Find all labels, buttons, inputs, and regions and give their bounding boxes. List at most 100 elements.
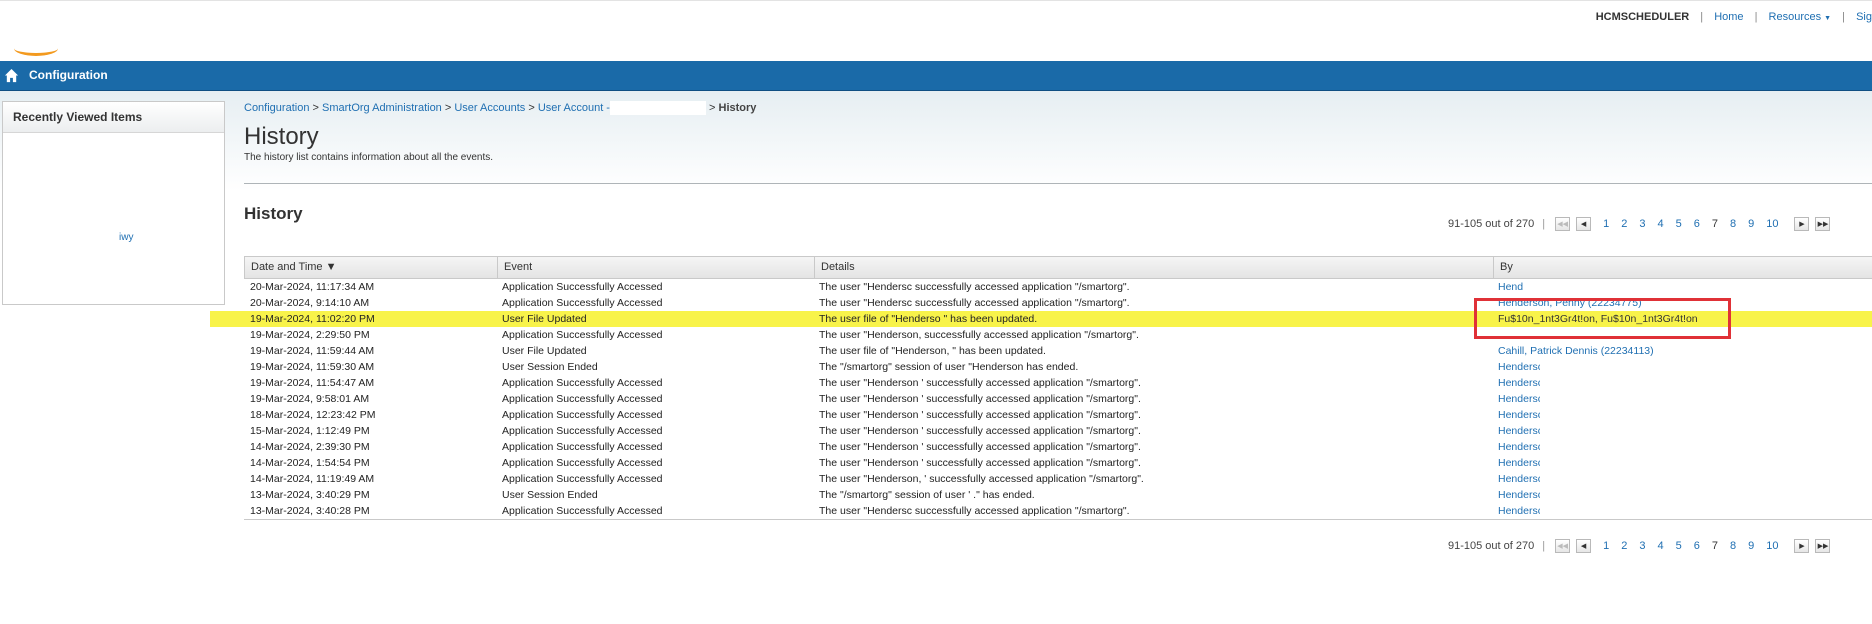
- page-9[interactable]: 9: [1748, 218, 1754, 230]
- cell-details: The user file of "Henderson, " has been …: [819, 345, 1046, 357]
- home-link[interactable]: Home: [1714, 11, 1743, 23]
- recently-viewed-panel: Recently Viewed Items iwy: [2, 101, 225, 305]
- page-1-bottom[interactable]: 1: [1603, 540, 1609, 552]
- annotation-highlight-box: [1474, 298, 1731, 339]
- breadcrumb: Configuration > SmartOrg Administration …: [244, 101, 757, 115]
- page-3-bottom[interactable]: 3: [1639, 540, 1645, 552]
- breadcrumb-user-accounts[interactable]: User Accounts: [454, 102, 525, 114]
- user-link[interactable]: Hendersc: [1498, 377, 1543, 389]
- cell-details: The "/smartorg" session of user ' ." has…: [819, 489, 1035, 501]
- first-page-button[interactable]: ◀◀: [1555, 217, 1571, 231]
- user-link[interactable]: Hendersc: [1498, 361, 1543, 373]
- column-by[interactable]: By: [1493, 257, 1872, 278]
- cell-date: 14-Mar-2024, 11:19:49 AM: [250, 473, 375, 485]
- section-title: History: [244, 204, 303, 223]
- first-page-button-bottom[interactable]: ◀◀: [1555, 539, 1571, 553]
- user-link[interactable]: Hendersc: [1498, 441, 1543, 453]
- user-link[interactable]: Hend: [1498, 281, 1523, 293]
- user-link[interactable]: Hendersc: [1498, 489, 1543, 501]
- column-date-and-time[interactable]: Date and Time ▼: [244, 257, 497, 278]
- cell-date: 14-Mar-2024, 1:54:54 PM: [250, 457, 370, 469]
- cell-event: Application Successfully Accessed: [502, 297, 663, 309]
- pager-bottom: 91-105 out of 270 | ◀◀ ◀ 1 2 3 4 5 6 7 8…: [1448, 539, 1836, 553]
- cell-date: 19-Mar-2024, 11:59:44 AM: [250, 345, 375, 357]
- cell-date: 20-Mar-2024, 11:17:34 AM: [250, 281, 375, 293]
- page-8[interactable]: 8: [1730, 218, 1736, 230]
- cell-date: 20-Mar-2024, 9:14:10 AM: [250, 297, 370, 309]
- cell-event: User File Updated: [502, 345, 587, 357]
- cell-details: The user "Henderson ' successfully acces…: [819, 457, 1141, 469]
- cell-details: The user "Henderson, ' successfully acce…: [819, 473, 1144, 485]
- page-4[interactable]: 4: [1657, 218, 1663, 230]
- user-link[interactable]: Hendersc: [1498, 409, 1543, 421]
- next-page-button[interactable]: ▶: [1794, 217, 1810, 231]
- configuration-bar: Configuration: [0, 61, 1872, 91]
- prev-page-button-bottom[interactable]: ◀: [1576, 539, 1592, 553]
- user-link[interactable]: Hendersc: [1498, 425, 1543, 437]
- recent-item[interactable]: iwy: [119, 232, 133, 243]
- user-link[interactable]: Hendersc: [1498, 473, 1543, 485]
- cell-details: The user "Henderson ' successfully acces…: [819, 441, 1141, 453]
- user-link[interactable]: Hendersc: [1498, 393, 1543, 405]
- page-5[interactable]: 5: [1676, 218, 1682, 230]
- cell-date: 19-Mar-2024, 11:54:47 AM: [250, 377, 375, 389]
- page-2[interactable]: 2: [1621, 218, 1627, 230]
- page-6[interactable]: 6: [1694, 218, 1700, 230]
- cell-date: 19-Mar-2024, 2:29:50 PM: [250, 329, 370, 341]
- page-5-bottom[interactable]: 5: [1676, 540, 1682, 552]
- page-10[interactable]: 10: [1766, 218, 1778, 230]
- page-1[interactable]: 1: [1603, 218, 1609, 230]
- cell-date: 19-Mar-2024, 9:58:01 AM: [250, 393, 370, 405]
- user-link[interactable]: Hendersc: [1498, 505, 1543, 517]
- sign-out-link[interactable]: Sig: [1856, 11, 1872, 23]
- cell-details: The user "Hendersc successfully accessed…: [819, 297, 1130, 309]
- page-3[interactable]: 3: [1639, 218, 1645, 230]
- cell-date: 13-Mar-2024, 3:40:28 PM: [250, 505, 370, 517]
- home-icon[interactable]: [4, 68, 19, 83]
- cell-event: Application Successfully Accessed: [502, 441, 663, 453]
- top-bar: HCMSCHEDULER | Home | Resources ▼ | Sig: [0, 0, 1872, 62]
- last-page-button-bottom[interactable]: ▶▶: [1815, 539, 1831, 553]
- page-4-bottom[interactable]: 4: [1657, 540, 1663, 552]
- table-header: Date and Time ▼ Event Details By: [244, 257, 1872, 279]
- cell-details: The user "Henderson ' successfully acces…: [819, 409, 1141, 421]
- column-details[interactable]: Details: [814, 257, 1493, 278]
- next-page-button-bottom[interactable]: ▶: [1794, 539, 1810, 553]
- column-event[interactable]: Event: [497, 257, 814, 278]
- cell-details: The user file of "Henderso " has been up…: [819, 313, 1038, 325]
- chevron-down-icon: ▼: [1824, 15, 1832, 22]
- page-description: The history list contains information ab…: [244, 152, 494, 163]
- resources-menu[interactable]: Resources ▼: [1769, 11, 1832, 23]
- configuration-title[interactable]: Configuration: [29, 68, 108, 82]
- cell-details: The user "Hendersc successfully accessed…: [819, 505, 1130, 517]
- breadcrumb-configuration[interactable]: Configuration: [244, 102, 309, 114]
- result-count-bottom: 91-105 out of 270: [1448, 540, 1535, 552]
- page-7-current-bottom: 7: [1711, 540, 1718, 552]
- cell-details: The user "Hendersc successfully accessed…: [819, 281, 1130, 293]
- cell-event: Application Successfully Accessed: [502, 505, 663, 517]
- user-link[interactable]: Cahill, Patrick Dennis (22234113): [1498, 345, 1654, 357]
- page-10-bottom[interactable]: 10: [1766, 540, 1778, 552]
- cell-details: The user "Henderson, successfully access…: [819, 329, 1139, 341]
- page-title: History: [244, 123, 319, 150]
- cell-details: The user "Henderson ' successfully acces…: [819, 377, 1141, 389]
- cell-event: Application Successfully Accessed: [502, 457, 663, 469]
- page-7-current: 7: [1711, 218, 1718, 230]
- breadcrumb-smartorg-administration[interactable]: SmartOrg Administration: [322, 102, 442, 114]
- cell-event: User File Updated: [502, 313, 587, 325]
- page-2-bottom[interactable]: 2: [1621, 540, 1627, 552]
- page-9-bottom[interactable]: 9: [1748, 540, 1754, 552]
- page-8-bottom[interactable]: 8: [1730, 540, 1736, 552]
- last-page-button[interactable]: ▶▶: [1815, 217, 1831, 231]
- result-count: 91-105 out of 270: [1448, 218, 1535, 230]
- cell-details: The user "Henderson ' successfully acces…: [819, 425, 1141, 437]
- divider: [244, 183, 1872, 184]
- logo: [14, 41, 58, 56]
- cell-date: 15-Mar-2024, 1:12:49 PM: [250, 425, 370, 437]
- page-6-bottom[interactable]: 6: [1694, 540, 1700, 552]
- user-link[interactable]: Hendersc: [1498, 457, 1543, 469]
- breadcrumb-user-account[interactable]: User Account -: [538, 102, 610, 114]
- prev-page-button[interactable]: ◀: [1576, 217, 1592, 231]
- cell-event: Application Successfully Accessed: [502, 377, 663, 389]
- cell-date: 14-Mar-2024, 2:39:30 PM: [250, 441, 370, 453]
